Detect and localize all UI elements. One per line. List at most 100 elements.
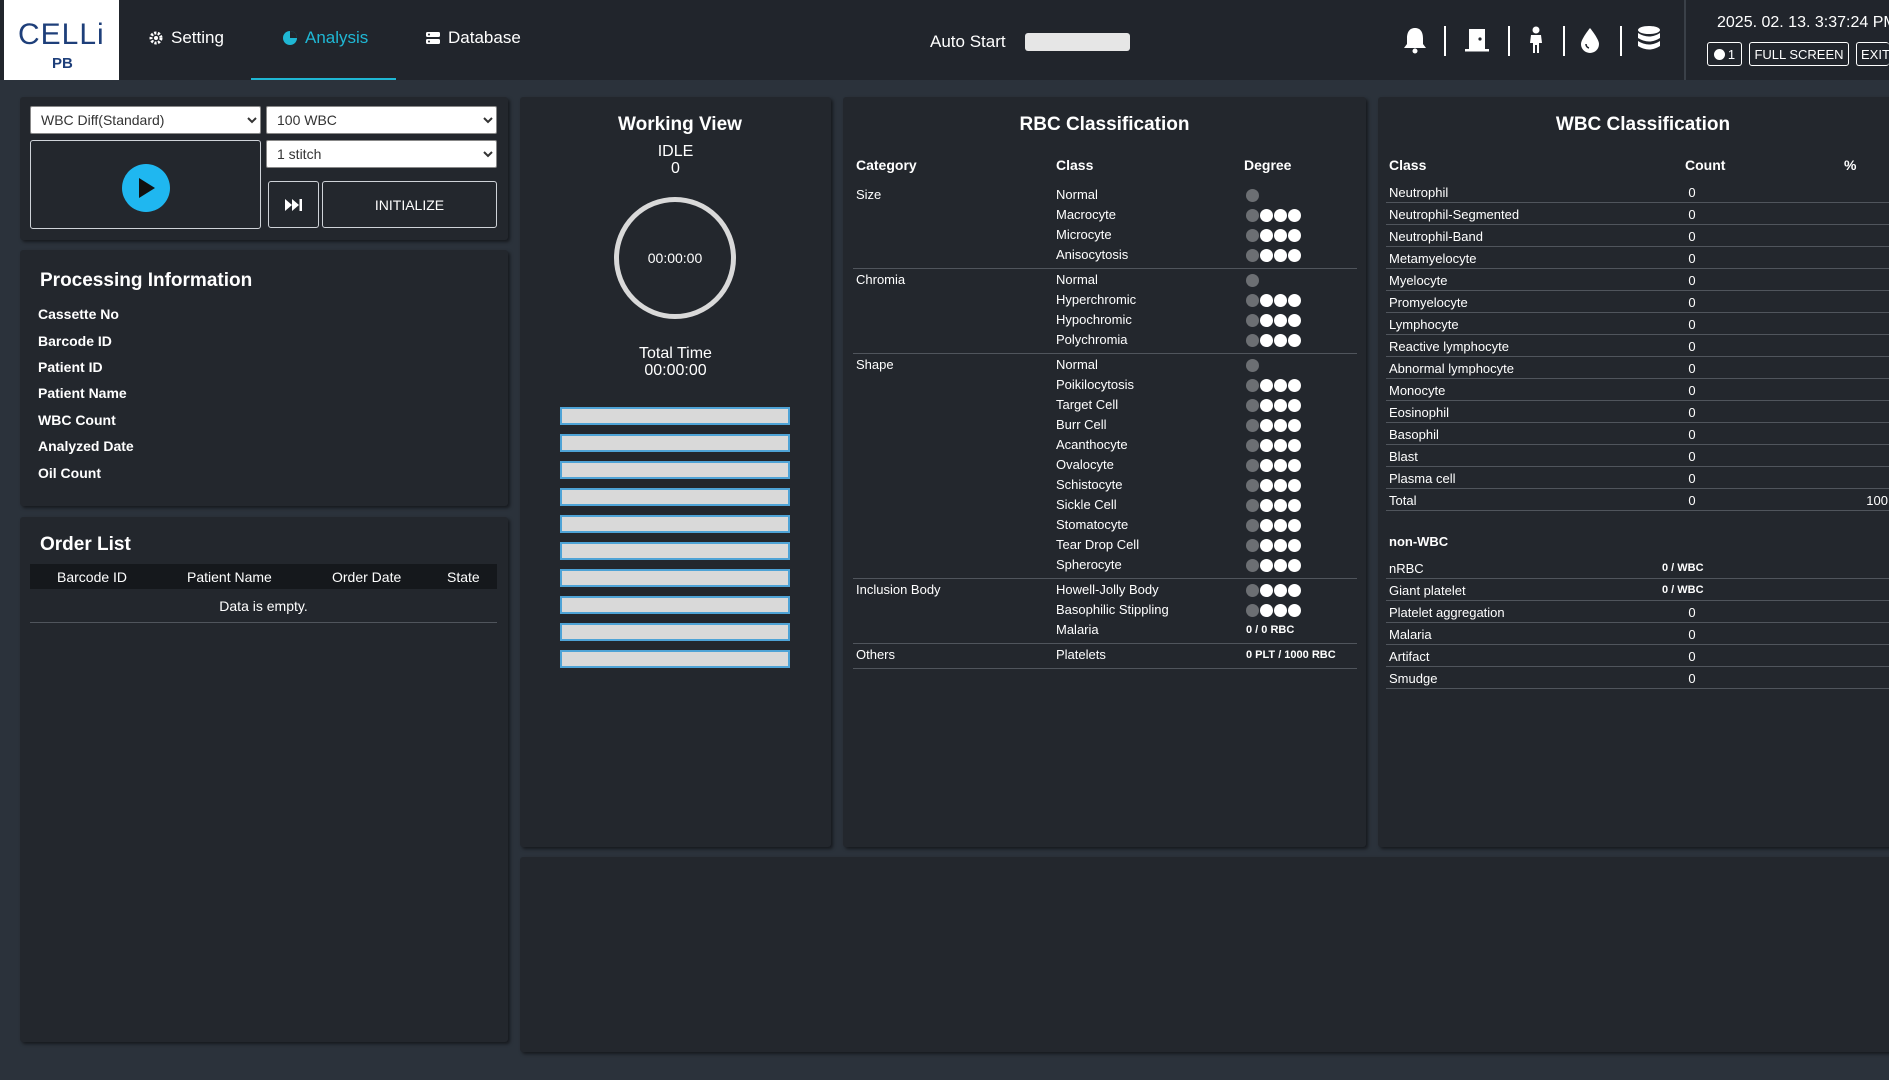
exit-button[interactable]: EXIT bbox=[1856, 42, 1889, 66]
degree-dot-icon[interactable] bbox=[1246, 499, 1259, 512]
degree-dot-icon[interactable] bbox=[1260, 519, 1273, 532]
degree-dot-icon[interactable] bbox=[1246, 584, 1259, 597]
initialize-button[interactable]: INITIALIZE bbox=[322, 181, 497, 228]
degree-dot-icon[interactable] bbox=[1274, 314, 1287, 327]
degree-selector[interactable] bbox=[1246, 334, 1301, 347]
auto-start-toggle[interactable] bbox=[1025, 33, 1130, 51]
drop-icon[interactable] bbox=[1575, 24, 1605, 56]
degree-dot-icon[interactable] bbox=[1246, 419, 1259, 432]
door-icon[interactable] bbox=[1462, 24, 1492, 56]
degree-dot-icon[interactable] bbox=[1274, 459, 1287, 472]
degree-selector[interactable] bbox=[1246, 584, 1301, 597]
degree-dot-icon[interactable] bbox=[1246, 294, 1259, 307]
degree-selector[interactable] bbox=[1246, 379, 1301, 392]
degree-selector[interactable] bbox=[1246, 539, 1301, 552]
degree-dot-icon[interactable] bbox=[1274, 229, 1287, 242]
bell-icon[interactable] bbox=[1400, 24, 1430, 56]
skip-button[interactable] bbox=[268, 181, 319, 228]
degree-dot-icon[interactable] bbox=[1288, 419, 1301, 432]
degree-dot-icon[interactable] bbox=[1260, 419, 1273, 432]
degree-dot-icon[interactable] bbox=[1274, 439, 1287, 452]
degree-dot-icon[interactable] bbox=[1246, 539, 1259, 552]
degree-dot-icon[interactable] bbox=[1274, 399, 1287, 412]
col-state[interactable]: State bbox=[447, 569, 480, 585]
play-button[interactable] bbox=[122, 164, 170, 212]
degree-dot-icon[interactable] bbox=[1260, 399, 1273, 412]
degree-selector[interactable] bbox=[1246, 459, 1301, 472]
degree-dot-icon[interactable] bbox=[1274, 584, 1287, 597]
degree-selector[interactable] bbox=[1246, 399, 1301, 412]
degree-dot-icon[interactable] bbox=[1288, 229, 1301, 242]
degree-dot-icon[interactable] bbox=[1246, 459, 1259, 472]
degree-dot-icon[interactable] bbox=[1260, 229, 1273, 242]
nav-setting[interactable]: Setting bbox=[148, 28, 224, 48]
degree-dot-icon[interactable] bbox=[1288, 314, 1301, 327]
degree-dot-icon[interactable] bbox=[1288, 249, 1301, 262]
degree-dot-icon[interactable] bbox=[1274, 209, 1287, 222]
degree-dot-icon[interactable] bbox=[1246, 439, 1259, 452]
fullscreen-button[interactable]: FULL SCREEN bbox=[1749, 42, 1849, 66]
degree-selector[interactable] bbox=[1246, 604, 1301, 617]
degree-selector[interactable] bbox=[1246, 294, 1301, 307]
degree-dot-icon[interactable] bbox=[1288, 334, 1301, 347]
degree-dot-icon[interactable] bbox=[1260, 379, 1273, 392]
degree-dot-icon[interactable] bbox=[1260, 479, 1273, 492]
stitch-select[interactable]: 1 stitch bbox=[266, 140, 497, 168]
col-order-date[interactable]: Order Date bbox=[332, 569, 401, 585]
degree-dot-icon[interactable] bbox=[1246, 379, 1259, 392]
degree-dot-icon[interactable] bbox=[1288, 379, 1301, 392]
degree-dot-icon[interactable] bbox=[1260, 209, 1273, 222]
degree-dot-icon[interactable] bbox=[1274, 294, 1287, 307]
degree-dot-icon[interactable] bbox=[1288, 604, 1301, 617]
degree-dot-icon[interactable] bbox=[1246, 604, 1259, 617]
degree-selector[interactable] bbox=[1246, 559, 1301, 572]
degree-dot-icon[interactable] bbox=[1288, 519, 1301, 532]
degree-dot-icon[interactable] bbox=[1260, 314, 1273, 327]
nav-analysis[interactable]: Analysis bbox=[282, 28, 368, 48]
degree-dot-icon[interactable] bbox=[1274, 539, 1287, 552]
degree-dot-icon[interactable] bbox=[1246, 479, 1259, 492]
degree-dot-icon[interactable] bbox=[1260, 439, 1273, 452]
degree-dot-icon[interactable] bbox=[1246, 519, 1259, 532]
degree-dot-icon[interactable] bbox=[1288, 559, 1301, 572]
degree-dot-icon[interactable] bbox=[1274, 479, 1287, 492]
degree-dot-icon[interactable] bbox=[1274, 559, 1287, 572]
degree-dot-icon[interactable] bbox=[1274, 499, 1287, 512]
degree-dot-icon[interactable] bbox=[1288, 459, 1301, 472]
degree-dot-icon[interactable] bbox=[1246, 209, 1259, 222]
degree-dot-icon[interactable] bbox=[1246, 314, 1259, 327]
degree-dot-icon[interactable] bbox=[1274, 519, 1287, 532]
degree-selector[interactable] bbox=[1246, 249, 1301, 262]
degree-dot-icon[interactable] bbox=[1246, 399, 1259, 412]
degree-dot-icon[interactable] bbox=[1288, 294, 1301, 307]
degree-dot-icon[interactable] bbox=[1288, 209, 1301, 222]
degree-dot-icon[interactable] bbox=[1274, 419, 1287, 432]
degree-dot-icon[interactable] bbox=[1288, 584, 1301, 597]
degree-dot-icon[interactable] bbox=[1260, 459, 1273, 472]
degree-dot-icon[interactable] bbox=[1288, 499, 1301, 512]
degree-selector[interactable] bbox=[1246, 499, 1301, 512]
wbc-count-select[interactable]: 100 WBC bbox=[266, 106, 497, 134]
database-stack-icon[interactable] bbox=[1634, 24, 1664, 56]
degree-dot-icon[interactable] bbox=[1288, 399, 1301, 412]
degree-dot-icon[interactable] bbox=[1288, 479, 1301, 492]
degree-selector[interactable] bbox=[1246, 479, 1301, 492]
degree-dot-icon[interactable] bbox=[1260, 249, 1273, 262]
degree-dot-icon[interactable] bbox=[1246, 229, 1259, 242]
degree-dot-icon[interactable] bbox=[1274, 334, 1287, 347]
degree-dot-icon[interactable] bbox=[1246, 249, 1259, 262]
degree-dot-icon[interactable] bbox=[1260, 334, 1273, 347]
degree-selector[interactable] bbox=[1246, 229, 1301, 242]
degree-dot-icon[interactable] bbox=[1274, 604, 1287, 617]
degree-dot-icon[interactable] bbox=[1246, 334, 1259, 347]
degree-dot-icon[interactable] bbox=[1260, 604, 1273, 617]
degree-selector[interactable] bbox=[1246, 439, 1301, 452]
degree-dot-icon[interactable] bbox=[1260, 539, 1273, 552]
degree-dot-icon[interactable] bbox=[1260, 294, 1273, 307]
col-barcode-id[interactable]: Barcode ID bbox=[57, 569, 127, 585]
degree-dot-icon[interactable] bbox=[1260, 499, 1273, 512]
degree-dot-icon[interactable] bbox=[1260, 559, 1273, 572]
user-badge[interactable]: 1 bbox=[1707, 42, 1742, 66]
degree-selector[interactable] bbox=[1246, 419, 1301, 432]
col-patient-name[interactable]: Patient Name bbox=[187, 569, 272, 585]
